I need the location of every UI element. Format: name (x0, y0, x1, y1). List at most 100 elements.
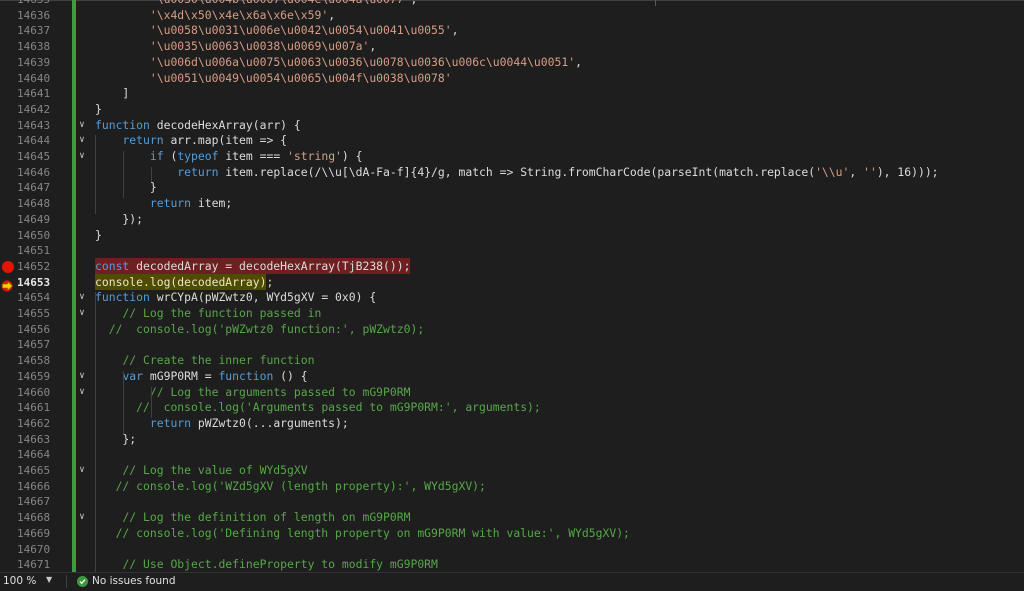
code-line[interactable]: 14646 return item.replace(/\\u[\dA-Fa-f]… (0, 165, 1024, 181)
code-text: // Log the definition of length on mG9P0… (122, 510, 411, 525)
code-line[interactable]: 14658 // Create the inner function (0, 353, 1024, 369)
code-line[interactable]: 14635 '\u0030\u004b\u0067\u004e\u004a\u0… (0, 0, 1024, 8)
code-text: // Log the arguments passed to mG9P0RM (149, 384, 411, 399)
fold-toggle-icon[interactable]: ∨ (77, 118, 87, 134)
line-number: 14662 (17, 416, 51, 430)
code-line[interactable]: 14666 // console.log('WZd5gXV (length pr… (0, 479, 1024, 495)
code-line[interactable]: 14641 ] (0, 86, 1024, 102)
line-number: 14647 (17, 181, 51, 195)
code-line[interactable]: 14649 }); (0, 212, 1024, 228)
line-number: 14636 (17, 8, 51, 22)
code-line[interactable]: 14639 '\u006d\u006a\u0075\u0063\u0036\u0… (0, 55, 1024, 71)
code-line[interactable]: 14636 '\x4d\x50\x4e\x6a\x6e\x59', (0, 8, 1024, 24)
code-line[interactable]: 14643 ∨ function decodeHexArray(arr) { (0, 118, 1024, 134)
code-text: // Log the value of WYd5gXV (122, 463, 308, 477)
indent-guide (123, 151, 124, 199)
line-number: 14658 (17, 354, 51, 368)
code-text: '\u006d\u006a\u0075\u0063\u0036\u0078\u0… (149, 54, 582, 69)
line-number: 14664 (17, 448, 51, 462)
code-line[interactable]: 14665 ∨ // Log the value of WYd5gXV (0, 463, 1024, 479)
code-line[interactable]: 14664 (0, 447, 1024, 463)
code-line[interactable]: 14647 } (0, 180, 1024, 196)
line-number: 14659 (17, 369, 51, 383)
fold-toggle-icon[interactable]: ∨ (77, 369, 87, 385)
code-text: '\u0035\u0063\u0038\u0069\u007a', (149, 39, 377, 54)
code-line[interactable]: 14656 // console.log('pWZwtz0 function:'… (0, 322, 1024, 338)
line-number: 14657 (17, 338, 51, 352)
code-line[interactable]: 14670 (0, 542, 1024, 558)
line-number: 14663 (17, 432, 51, 446)
code-line[interactable]: 14660 ∨ // Log the arguments passed to mG… (0, 385, 1024, 401)
line-number: 14643 (17, 118, 51, 132)
code-text: ] (95, 86, 130, 101)
line-number: 14668 (17, 511, 51, 525)
code-line[interactable]: 14661 // console.log('Arguments passed t… (0, 400, 1024, 416)
indent-guide (151, 166, 152, 183)
code-line[interactable]: 14652 const decodedArray = decodeHexArray… (0, 257, 1024, 275)
line-number: 14656 (17, 322, 51, 336)
code-line[interactable]: 14653 console.log(decodedArray); (0, 273, 1024, 292)
code-line[interactable]: 14640 '\u0051\u0049\u0054\u0065\u004f\u0… (0, 71, 1024, 87)
fold-toggle-icon[interactable]: ∨ (77, 463, 87, 479)
code-line[interactable]: 14657 (0, 337, 1024, 353)
code-text: function wrCYpA(pWZwtz0, WYd5gXV = 0x0) … (95, 290, 377, 305)
line-number: 14654 (17, 291, 51, 305)
code-text: // console.log('Defining length property… (115, 525, 630, 540)
line-number: 14651 (17, 244, 51, 258)
code-line[interactable]: 14642} (0, 102, 1024, 118)
issues-status[interactable]: No issues found (92, 575, 176, 587)
line-number: 14649 (17, 212, 51, 226)
code-line[interactable]: 14662 return pWZwtz0(...arguments); (0, 416, 1024, 432)
code-text: return item.replace(/\\u[\dA-Fa-f]{4}/g,… (177, 164, 939, 179)
code-line[interactable]: 14637 '\u0058\u0031\u006e\u0042\u0054\u0… (0, 23, 1024, 39)
code-line[interactable]: 14645 ∨ if (typeof item === 'string') { (0, 149, 1024, 165)
code-line[interactable]: 14650} (0, 228, 1024, 244)
code-line[interactable]: 14644 ∨ return arr.map(item => { (0, 133, 1024, 149)
line-number: 14640 (17, 71, 51, 85)
code-line[interactable]: 14638 '\u0035\u0063\u0038\u0069\u007a', (0, 39, 1024, 55)
zoom-dropdown-icon[interactable]: ▼ (46, 575, 52, 584)
fold-toggle-icon[interactable]: ∨ (77, 385, 87, 401)
code-line[interactable]: 14669 // console.log('Defining length pr… (0, 526, 1024, 542)
fold-toggle-icon[interactable]: ∨ (77, 290, 87, 306)
code-line[interactable]: 14655 ∨ // Log the function passed in (0, 306, 1024, 322)
line-number: 14669 (17, 526, 51, 540)
code-text: }; (95, 431, 137, 446)
zoom-level[interactable]: 100 % (3, 575, 36, 587)
current-statement-arrow-icon[interactable] (1, 277, 14, 292)
line-number: 14671 (17, 558, 51, 572)
code-text: } (95, 227, 102, 242)
line-number: 14652 (17, 259, 51, 273)
line-number: 14641 (17, 87, 51, 101)
code-line[interactable]: 14667 (0, 494, 1024, 510)
code-text: '\x4d\x50\x4e\x6a\x6e\x59', (149, 7, 336, 22)
code-line[interactable]: 14671 // Use Object.defineProperty to mo… (0, 557, 1024, 572)
code-line[interactable]: 14668 ∨ // Log the definition of length o… (0, 510, 1024, 526)
code-text: console.log(decodedArray); (95, 273, 274, 290)
code-text: const decodedArray = decodeHexArray(TjB2… (95, 257, 411, 274)
code-text: return pWZwtz0(...arguments); (149, 415, 349, 430)
fold-toggle-icon[interactable]: ∨ (77, 306, 87, 322)
check-circle-icon[interactable] (77, 576, 88, 587)
fold-toggle-icon[interactable]: ∨ (77, 510, 87, 526)
code-text: // console.log('Arguments passed to mG9P… (136, 400, 541, 415)
breakpoint-icon[interactable] (2, 260, 14, 273)
line-number: 14655 (17, 307, 51, 320)
line-number: 14653 (17, 275, 51, 289)
line-number: 14667 (17, 495, 51, 509)
code-line[interactable]: 14659 ∨ var mG9P0RM = function () { (0, 369, 1024, 385)
fold-toggle-icon[interactable]: ∨ (77, 149, 87, 165)
code-editor[interactable]: 14635 '\u0030\u004b\u0067\u004e\u004a\u0… (0, 0, 1024, 572)
line-number: 14638 (17, 40, 51, 54)
code-line[interactable]: 14654 ∨ function wrCYpA(pWZwtz0, WYd5gXV =… (0, 290, 1024, 306)
indent-guide (95, 292, 96, 572)
code-line[interactable]: 14663 }; (0, 432, 1024, 448)
code-text: '\u0051\u0049\u0054\u0065\u004f\u0038\u0… (149, 70, 452, 85)
line-number: 14645 (17, 150, 51, 163)
code-line[interactable]: 14648 return item; (0, 196, 1024, 212)
line-number: 14635 (17, 0, 57, 8)
fold-toggle-icon[interactable]: ∨ (77, 133, 87, 149)
code-line[interactable]: 14651 (0, 243, 1024, 259)
status-bar: 100 % ▼ No issues found (0, 572, 1024, 591)
line-number: 14637 (17, 24, 51, 38)
